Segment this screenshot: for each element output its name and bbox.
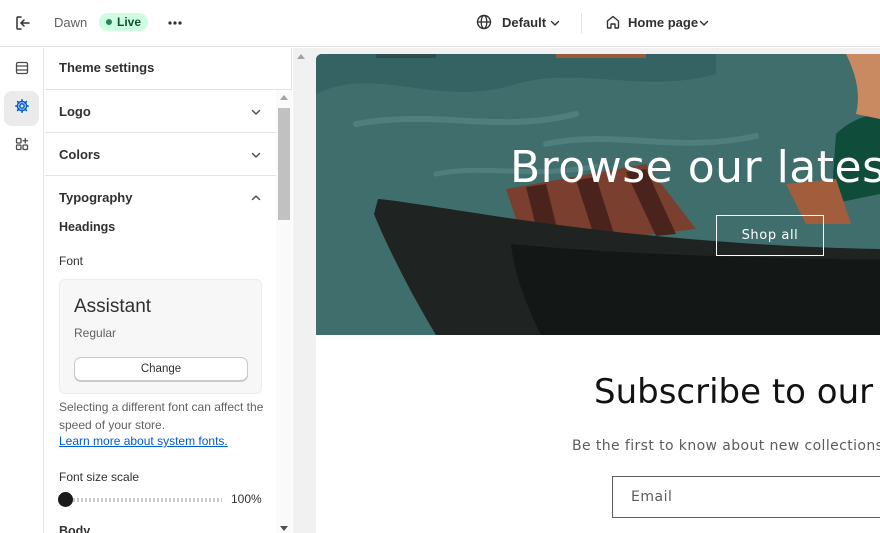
section-typography[interactable]: Typography [45, 176, 276, 219]
divider [581, 13, 582, 33]
exit-icon[interactable] [12, 12, 34, 34]
section-label: Colors [59, 147, 101, 162]
hero-title: Browse our latest p [510, 142, 880, 193]
storefront-preview: Browse our latest p Shop all Subscribe t… [316, 54, 880, 533]
theme-settings-panel: Theme settings Logo Colors Typography He… [45, 48, 292, 533]
chevron-down-icon [249, 148, 263, 162]
chevron-up-icon [249, 191, 263, 205]
font-help-text: Selecting a different font can affect th… [59, 400, 264, 432]
email-placeholder: Email [631, 489, 673, 505]
font-size-scale-label: Font size scale [59, 470, 140, 484]
shop-all-button[interactable]: Shop all [716, 215, 824, 256]
font-style: Regular [74, 326, 117, 340]
status-badge-label: Live [117, 15, 142, 29]
gear-icon [14, 98, 30, 119]
chevron-down-icon[interactable] [697, 16, 711, 30]
theme-name: Dawn [54, 15, 88, 30]
hero-banner: Browse our latest p Shop all [316, 54, 880, 335]
headings-label: Headings [59, 220, 116, 234]
body-label: Body [59, 524, 91, 533]
section-colors[interactable]: Colors [45, 133, 276, 176]
preview-scrollbar[interactable] [293, 48, 309, 533]
icon-rail [0, 48, 44, 533]
more-actions-icon[interactable] [164, 12, 186, 34]
section-label: Typography [59, 190, 133, 205]
template-selector[interactable]: Home page [628, 15, 698, 30]
newsletter-title: Subscribe to our en [594, 372, 880, 412]
font-picker-card: Assistant Regular Change [59, 279, 262, 394]
section-logo[interactable]: Logo [45, 90, 276, 133]
scroll-up-arrow-icon[interactable] [280, 95, 288, 100]
newsletter-description: Be the first to know about new collectio… [572, 438, 880, 454]
font-name: Assistant [74, 296, 152, 317]
panel-scrollbar[interactable] [276, 90, 292, 533]
scroll-up-arrow-icon[interactable] [297, 54, 305, 59]
locale-selector[interactable]: Default [502, 15, 546, 30]
font-size-scale-value: 100% [231, 492, 262, 506]
panel-title: Theme settings [45, 48, 291, 90]
chevron-down-icon [249, 105, 263, 119]
section-label: Logo [59, 104, 91, 119]
home-icon[interactable] [604, 13, 622, 31]
top-bar: Dawn Live Default Home page [0, 0, 880, 47]
live-status-badge: Live [99, 13, 149, 31]
scroll-down-arrow-icon[interactable] [280, 526, 288, 531]
font-size-slider-track[interactable] [69, 498, 222, 502]
status-dot-icon [106, 19, 112, 25]
scrollbar-thumb[interactable] [278, 108, 290, 220]
chevron-down-icon[interactable] [548, 16, 562, 30]
change-font-button[interactable]: Change [74, 357, 248, 381]
font-size-slider-thumb[interactable] [58, 492, 73, 507]
apps-icon [14, 136, 30, 157]
sections-icon [14, 60, 30, 81]
system-fonts-link[interactable]: Learn more about system fonts. [59, 434, 228, 448]
hero-illustration [316, 54, 880, 335]
globe-icon[interactable] [475, 13, 493, 31]
font-label: Font [59, 254, 84, 268]
rail-item-theme-settings[interactable] [4, 91, 39, 126]
email-input[interactable]: Email [612, 476, 880, 518]
rail-item-sections[interactable] [4, 53, 39, 88]
rail-item-app-embeds[interactable] [4, 129, 39, 164]
